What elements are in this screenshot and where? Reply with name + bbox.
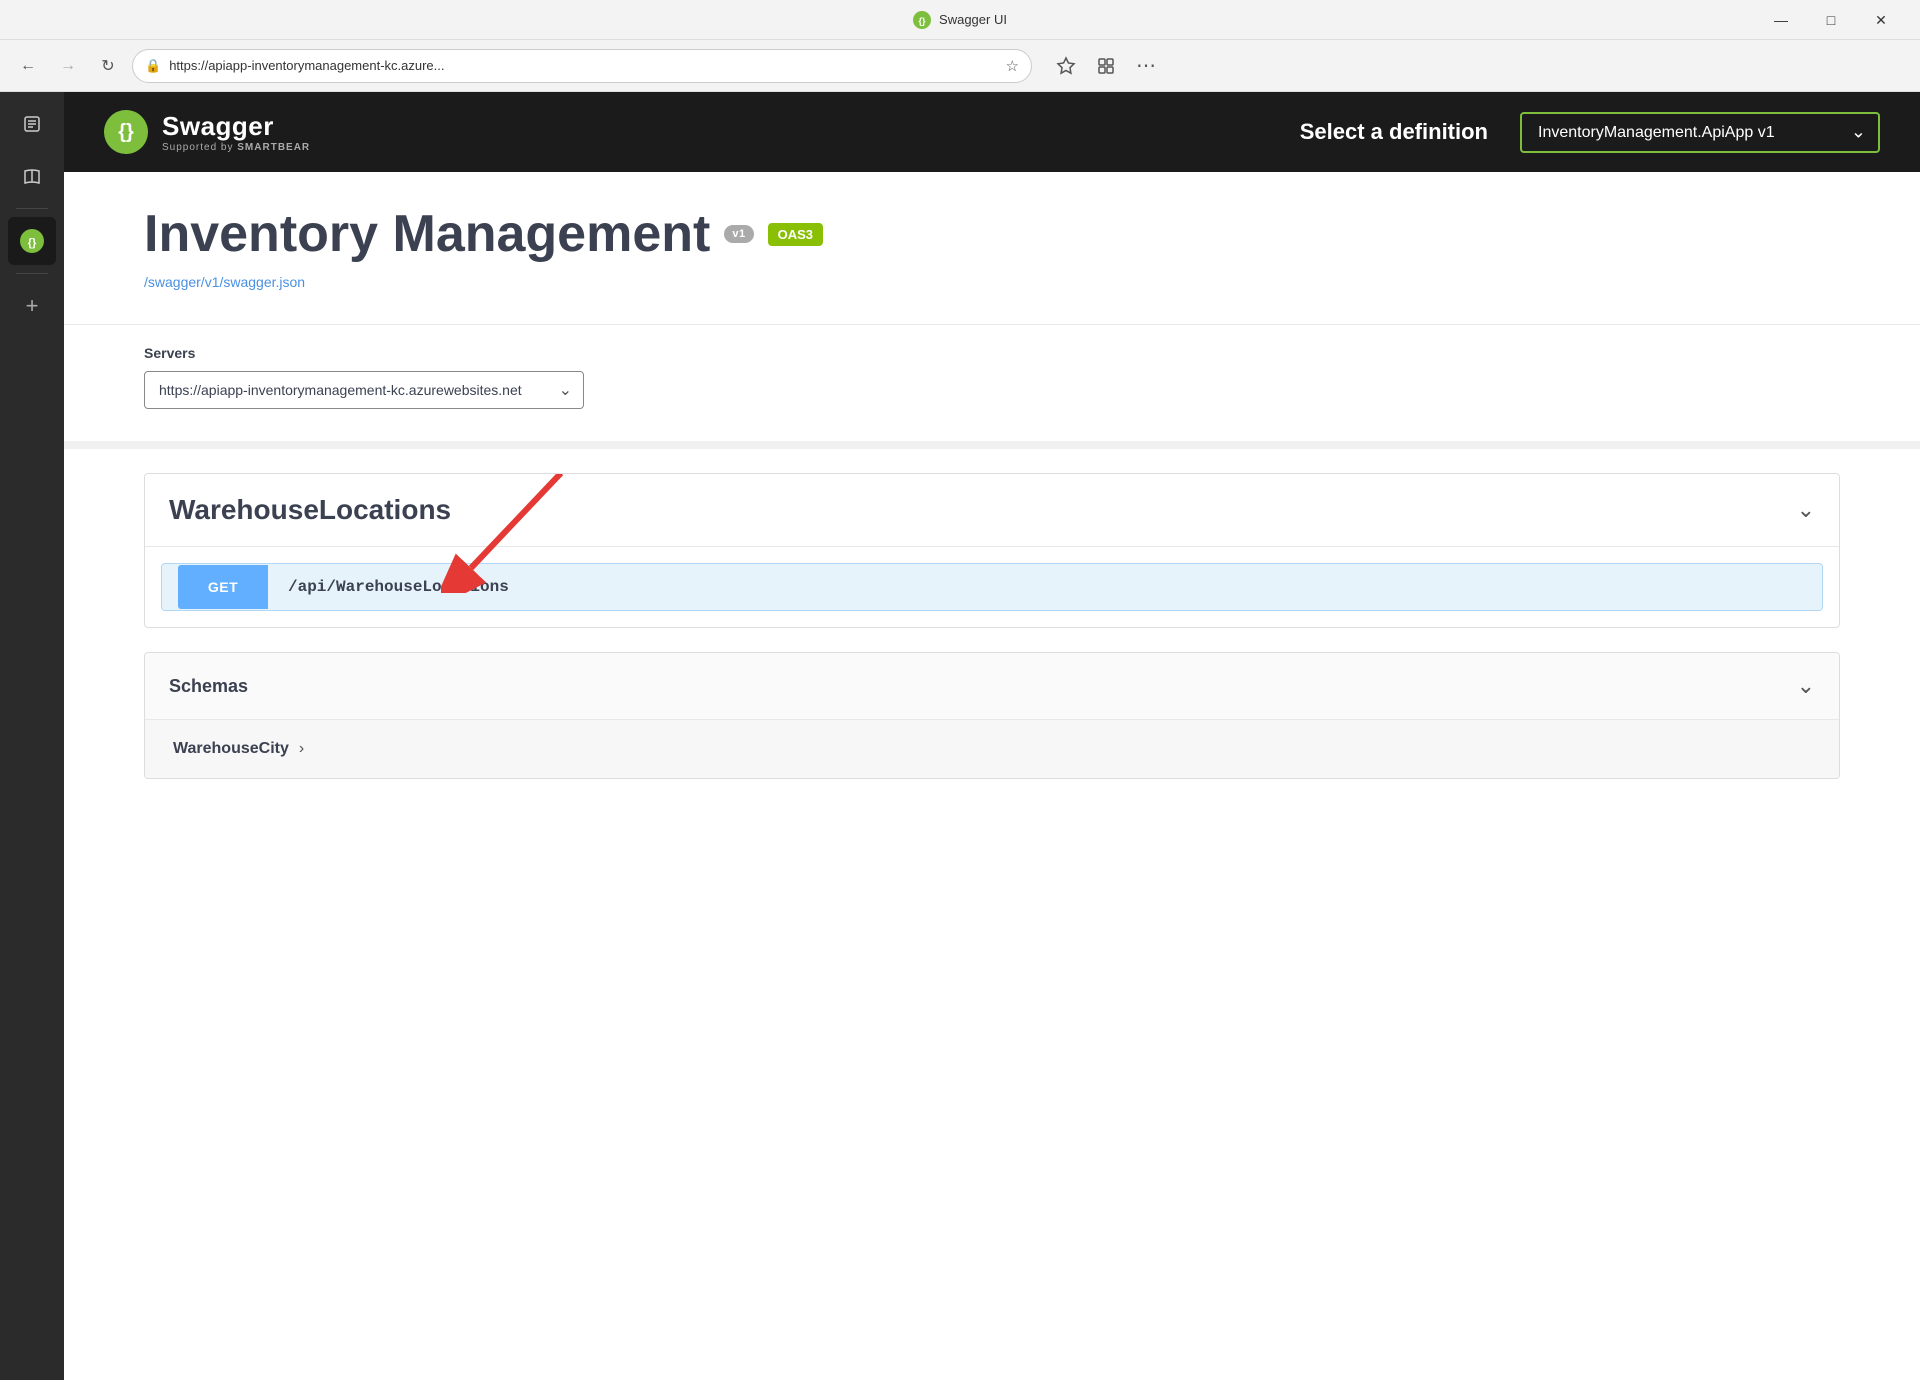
star-icon (1056, 56, 1076, 76)
content-area: {} Swagger Supported by SMARTBEAR Select… (64, 92, 1920, 1380)
favorites-button[interactable] (1048, 48, 1084, 84)
swagger-logo-text: Swagger Supported by SMARTBEAR (162, 111, 310, 153)
swagger-icon: {} (19, 228, 45, 254)
title-bar: {} Swagger UI — □ ✕ (0, 0, 1920, 40)
schemas-title: Schemas (169, 676, 248, 697)
version-badge: v1 (724, 225, 753, 243)
sidebar-divider-2 (16, 273, 48, 274)
expand-arrow-icon: › (299, 740, 304, 758)
svg-text:{}: {} (28, 237, 37, 249)
server-select[interactable]: https://apiapp-inventorymanagement-kc.az… (144, 371, 584, 409)
endpoint-wrapper: GET /api/WarehouseLocations (161, 563, 1823, 611)
back-button[interactable]: ← (12, 50, 44, 82)
section-divider (64, 441, 1920, 449)
reading-icon (21, 165, 43, 187)
sidebar-item-reading[interactable] (8, 152, 56, 200)
info-section: Inventory Management v1 OAS3 /swagger/v1… (64, 172, 1920, 325)
api-title: Inventory Management (144, 204, 710, 264)
method-badge: GET (178, 565, 268, 609)
sidebar-add-button[interactable]: + (8, 282, 56, 330)
swagger-logo-area: {} Swagger Supported by SMARTBEAR (104, 110, 310, 154)
forward-button[interactable]: → (52, 50, 84, 82)
sidebar-divider (16, 208, 48, 209)
api-title-row: Inventory Management v1 OAS3 (144, 204, 1840, 264)
star-icon: ☆ (1006, 57, 1019, 75)
close-button[interactable]: ✕ (1858, 4, 1904, 36)
window-controls: — □ ✕ (1758, 0, 1904, 40)
swagger-subtitle: Supported by SMARTBEAR (162, 142, 310, 153)
schema-name: WarehouseCity (173, 740, 289, 758)
collections-button[interactable] (1088, 48, 1124, 84)
window: {} Swagger UI — □ ✕ ← → ↻ 🔒 https://apia… (0, 0, 1920, 1380)
schemas-header[interactable]: Schemas ⌄ (145, 653, 1839, 719)
browser-actions: ⋯ (1048, 48, 1164, 84)
definition-select[interactable]: InventoryManagement.ApiApp v1 (1520, 112, 1880, 153)
chevron-down-icon: ⌄ (1797, 497, 1815, 523)
definition-select-wrapper: InventoryManagement.ApiApp v1 ⌄ (1520, 112, 1880, 153)
api-group-warehouse-locations: WarehouseLocations ⌄ (144, 473, 1840, 628)
schemas-group: Schemas ⌄ WarehouseCity › (144, 652, 1840, 779)
lock-icon: 🔒 (145, 58, 161, 74)
api-group-title: WarehouseLocations (169, 494, 451, 526)
swagger-topbar: {} Swagger Supported by SMARTBEAR Select… (64, 92, 1920, 172)
servers-section: Servers https://apiapp-inventorymanageme… (64, 325, 1920, 441)
main-layout: {} + {} Swagger Supported by SMARTBEAR (0, 92, 1920, 1380)
server-select-wrapper: https://apiapp-inventorymanagement-kc.az… (144, 371, 584, 409)
schema-item[interactable]: WarehouseCity › (145, 719, 1839, 778)
collections-icon (1096, 56, 1116, 76)
favicon-icon: {} (913, 11, 931, 29)
page-content: Inventory Management v1 OAS3 /swagger/v1… (64, 172, 1920, 1380)
sidebar-item-swagger[interactable]: {} (8, 217, 56, 265)
minimize-button[interactable]: — (1758, 4, 1804, 36)
chevron-down-icon: ⌄ (1797, 673, 1815, 699)
browser-bar: ← → ↻ 🔒 https://apiapp-inventorymanageme… (0, 40, 1920, 92)
definition-label: Select a definition (1300, 119, 1488, 145)
more-button[interactable]: ⋯ (1128, 48, 1164, 84)
history-icon (21, 113, 43, 135)
swagger-json-link[interactable]: /swagger/v1/swagger.json (144, 274, 305, 290)
swagger-logo-icon: {} (104, 110, 148, 154)
svg-text:{}: {} (919, 16, 927, 26)
swagger-title: Swagger (162, 111, 310, 142)
endpoint-row[interactable]: GET /api/WarehouseLocations (161, 563, 1823, 611)
api-group-header[interactable]: WarehouseLocations ⌄ (145, 474, 1839, 547)
url-text: https://apiapp-inventorymanagement-kc.az… (169, 58, 997, 73)
window-title: Swagger UI (939, 12, 1007, 27)
address-bar[interactable]: 🔒 https://apiapp-inventorymanagement-kc.… (132, 49, 1032, 83)
servers-label: Servers (144, 345, 1840, 361)
endpoint-path: /api/WarehouseLocations (268, 564, 529, 610)
sidebar: {} + (0, 92, 64, 1380)
maximize-button[interactable]: □ (1808, 4, 1854, 36)
sidebar-item-history[interactable] (8, 100, 56, 148)
title-bar-title: {} Swagger UI (913, 11, 1007, 29)
refresh-button[interactable]: ↻ (92, 50, 124, 82)
oas3-badge: OAS3 (768, 223, 823, 246)
